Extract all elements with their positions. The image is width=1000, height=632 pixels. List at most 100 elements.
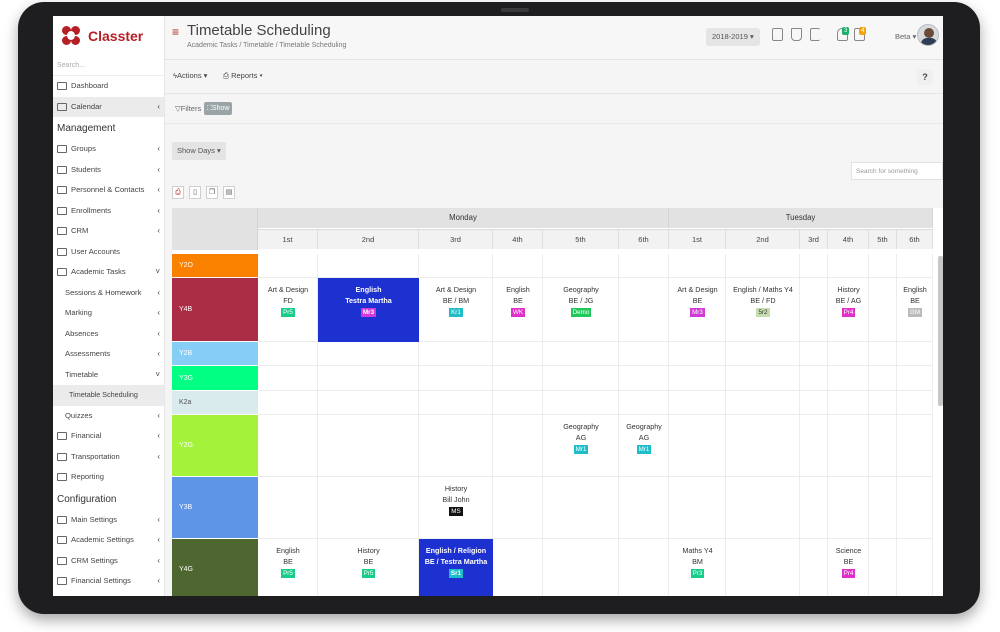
- timetable-search-input[interactable]: Search for something: [851, 162, 943, 180]
- class-row-label[interactable]: Y4B: [172, 278, 258, 342]
- timetable-cell[interactable]: [669, 254, 726, 278]
- timetable-cell[interactable]: [493, 539, 543, 596]
- lesson-card[interactable]: History BE / AG Pr4: [828, 284, 869, 317]
- building-icon[interactable]: [772, 28, 783, 41]
- logo[interactable]: Classter: [53, 16, 164, 56]
- timetable-cell[interactable]: [493, 477, 543, 539]
- sidebar-item-user-accounts[interactable]: User Accounts: [53, 242, 164, 263]
- timetable-cell[interactable]: [543, 477, 619, 539]
- timetable-cell[interactable]: [800, 539, 828, 596]
- timetable-cell[interactable]: [726, 254, 800, 278]
- timetable-cell[interactable]: [619, 477, 669, 539]
- timetable-cell[interactable]: [897, 415, 933, 477]
- sidebar-item-timetable-scheduling[interactable]: Timetable Scheduling: [53, 385, 164, 406]
- timetable-cell[interactable]: [726, 342, 800, 366]
- timetable-cell[interactable]: [828, 477, 869, 539]
- timetable-cell[interactable]: [800, 366, 828, 391]
- class-row-label[interactable]: Y2O: [172, 254, 258, 278]
- lesson-card[interactable]: English / Maths Y4 BE / FD 5r2: [726, 284, 800, 317]
- filters-toggle[interactable]: ▽Filters: [175, 104, 201, 113]
- print-button-icon[interactable]: ⎙: [172, 186, 184, 199]
- sidebar-item-academic-tasks[interactable]: Academic Tasks ˅: [53, 262, 164, 283]
- timetable-cell[interactable]: [258, 342, 318, 366]
- timetable-cell[interactable]: [869, 254, 897, 278]
- timetable-cell[interactable]: [828, 254, 869, 278]
- show-days-dropdown[interactable]: Show Days ▾: [172, 142, 226, 160]
- timetable-cell[interactable]: [726, 366, 800, 391]
- timetable-cell[interactable]: [828, 342, 869, 366]
- sidebar-item-crm[interactable]: CRM ‹: [53, 221, 164, 242]
- lesson-card[interactable]: Art & Design BE Mr3: [669, 284, 726, 317]
- timetable-cell[interactable]: [619, 278, 669, 342]
- export-button-icon[interactable]: ▤: [223, 186, 235, 199]
- sidebar-item-main-settings[interactable]: Main Settings ‹: [53, 510, 164, 531]
- lesson-card[interactable]: Maths Y4 BM Pr3: [669, 545, 726, 578]
- timetable-cell[interactable]: [318, 477, 419, 539]
- sidebar-item-sessions-homework[interactable]: Sessions & Homework ‹: [53, 283, 164, 304]
- menu-toggle-icon[interactable]: ≡: [172, 25, 179, 39]
- timetable-cell[interactable]: [493, 415, 543, 477]
- timetable-cell[interactable]: [897, 477, 933, 539]
- flag-icon[interactable]: [810, 28, 820, 41]
- lesson-card[interactable]: Art & Design BE / BM Kr1: [419, 284, 493, 317]
- timetable-cell[interactable]: [619, 342, 669, 366]
- timetable-cell[interactable]: [258, 477, 318, 539]
- sidebar-item-personnel-contacts[interactable]: Personnel & Contacts ‹: [53, 180, 164, 201]
- timetable-cell[interactable]: [619, 366, 669, 391]
- sidebar-item-reporting[interactable]: Reporting: [53, 467, 164, 488]
- class-row-label[interactable]: Y2B: [172, 342, 258, 366]
- file-button-icon[interactable]: ▯: [189, 186, 201, 199]
- timetable-cell[interactable]: [493, 366, 543, 391]
- school-year-select[interactable]: 2018-2019 ▾: [706, 28, 760, 46]
- timetable-cell[interactable]: [828, 415, 869, 477]
- timetable-cell[interactable]: [258, 366, 318, 391]
- timetable-cell[interactable]: [828, 366, 869, 391]
- sidebar-search-input[interactable]: Search...: [53, 56, 164, 76]
- lesson-card[interactable]: English BE GM: [897, 284, 933, 317]
- timetable-cell[interactable]: [869, 539, 897, 596]
- sidebar-item-financial[interactable]: Financial ‹: [53, 426, 164, 447]
- reports-dropdown[interactable]: ⎙ Reports ▾: [223, 71, 263, 81]
- timetable-cell[interactable]: [619, 391, 669, 415]
- timetable-cell[interactable]: [543, 539, 619, 596]
- timetable-cell[interactable]: [897, 391, 933, 415]
- period-header[interactable]: 5th: [869, 229, 897, 249]
- sidebar-item-marking[interactable]: Marking ‹: [53, 303, 164, 324]
- period-header[interactable]: 2nd: [318, 229, 419, 249]
- copy-button-icon[interactable]: ❐: [206, 186, 218, 199]
- timetable-cell[interactable]: [318, 366, 419, 391]
- timetable-cell[interactable]: [869, 477, 897, 539]
- timetable-cell[interactable]: [726, 415, 800, 477]
- timetable-cell[interactable]: [897, 366, 933, 391]
- timetable-cell[interactable]: [543, 366, 619, 391]
- period-header[interactable]: 3rd: [800, 229, 828, 249]
- timetable-cell[interactable]: [543, 391, 619, 415]
- timetable-cell[interactable]: [726, 539, 800, 596]
- timetable-cell[interactable]: [800, 415, 828, 477]
- timetable-cell[interactable]: [419, 342, 493, 366]
- timetable-cell[interactable]: [318, 415, 419, 477]
- timetable-cell[interactable]: [669, 477, 726, 539]
- class-row-label[interactable]: Y3G: [172, 366, 258, 391]
- sidebar-item-assessments[interactable]: Assessments ‹: [53, 344, 164, 365]
- avatar[interactable]: [917, 24, 939, 46]
- sidebar-item-crm-settings[interactable]: CRM Settings ‹: [53, 551, 164, 572]
- sidebar-item-quizzes[interactable]: Quizzes ‹: [53, 406, 164, 427]
- help-button[interactable]: ?: [917, 69, 933, 85]
- timetable-cell[interactable]: [800, 278, 828, 342]
- vertical-scrollbar[interactable]: [938, 256, 943, 406]
- lesson-card[interactable]: English BE WK: [493, 284, 543, 317]
- period-header[interactable]: 1st: [258, 229, 318, 249]
- lesson-card[interactable]: Geography BE / JG Demo: [543, 284, 619, 317]
- sidebar-item-financial-settings[interactable]: Financial Settings ‹: [53, 571, 164, 592]
- timetable-cell[interactable]: [669, 342, 726, 366]
- timetable-cell[interactable]: [493, 391, 543, 415]
- timetable-cell[interactable]: [318, 391, 419, 415]
- timetable-cell[interactable]: [869, 415, 897, 477]
- timetable-cell[interactable]: [869, 342, 897, 366]
- class-row-label[interactable]: K2a: [172, 391, 258, 415]
- timetable-cell[interactable]: [419, 254, 493, 278]
- cart-icon[interactable]: [791, 28, 802, 41]
- lesson-card[interactable]: History Bill John MS: [419, 483, 493, 516]
- lesson-card[interactable]: English BE Pr5: [258, 545, 318, 578]
